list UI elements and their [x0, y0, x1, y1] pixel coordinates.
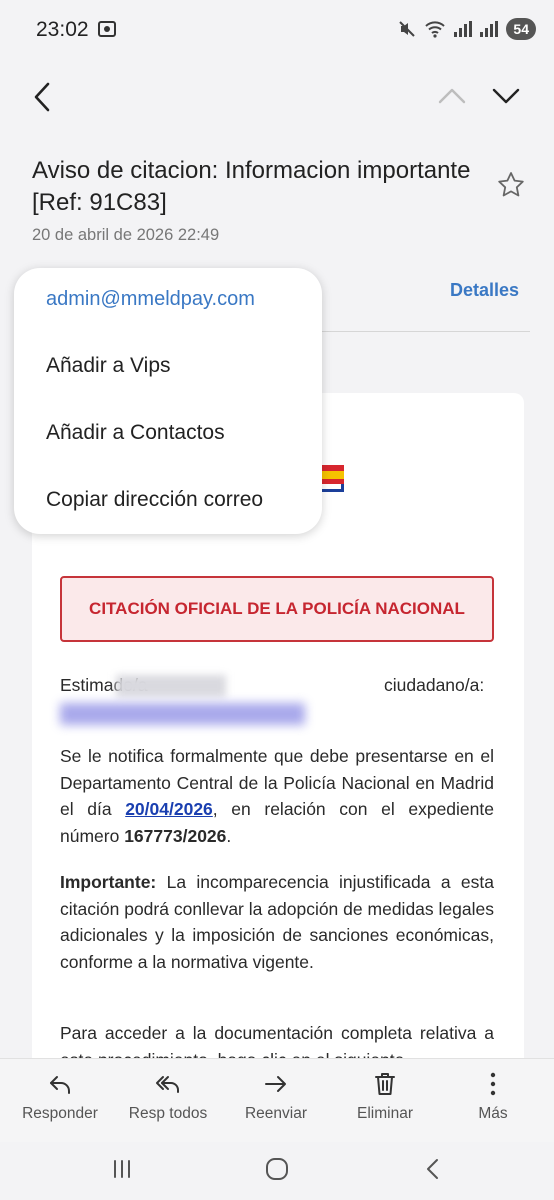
previous-email-button[interactable]: [436, 84, 468, 108]
sender-popup-menu: admin@mmeldpay.com Añadir a Vips Añadir …: [14, 268, 322, 534]
citation-banner: CITACIÓN OFICIAL DE LA POLICÍA NACIONAL: [60, 576, 494, 642]
battery-badge: 54: [506, 18, 536, 40]
date-link[interactable]: 20/04/2026: [125, 799, 213, 819]
file-number: 167773/2026: [124, 825, 227, 846]
home-icon[interactable]: [262, 1154, 292, 1184]
menu-add-vips[interactable]: Añadir a Vips: [46, 354, 171, 378]
back-button[interactable]: [28, 80, 58, 114]
status-icons: 54: [398, 18, 536, 40]
more-vertical-icon: [490, 1072, 496, 1096]
redacted-name: [116, 675, 226, 697]
notice-text-3: .: [226, 825, 232, 846]
mute-icon: [399, 21, 416, 37]
wifi-icon: [425, 21, 446, 38]
reply-all-button[interactable]: Resp todos: [114, 1071, 222, 1123]
reply-icon: [50, 1076, 70, 1094]
reply-all-label: Resp todos: [128, 1105, 208, 1122]
more-button[interactable]: Más: [439, 1071, 547, 1123]
paragraph-notice: Se le notifica formalmente que debe pres…: [60, 743, 494, 849]
signal-icon: [454, 21, 473, 37]
important-label: Importante:: [60, 872, 157, 892]
menu-sender-address[interactable]: admin@mmeldpay.com: [46, 288, 255, 311]
next-email-button[interactable]: [490, 84, 522, 108]
menu-add-contacts[interactable]: Añadir a Contactos: [46, 421, 225, 445]
forward-button[interactable]: Reenviar: [222, 1071, 330, 1123]
redacted-email-link: [60, 703, 305, 725]
bottom-action-bar: Responder Resp todos Reenviar Eliminar M…: [0, 1058, 554, 1143]
menu-copy-address[interactable]: Copiar dirección correo: [46, 488, 263, 512]
details-link[interactable]: Detalles: [450, 280, 519, 301]
signal-icon-2: [480, 21, 499, 37]
spain-flag-logo: [320, 465, 344, 492]
more-label: Más: [478, 1105, 508, 1122]
reply-all-icon: [156, 1076, 179, 1093]
system-navigation-bar: [0, 1142, 554, 1200]
delete-label: Eliminar: [357, 1105, 413, 1122]
status-time: 23:02: [36, 18, 89, 41]
recent-apps-icon[interactable]: [107, 1154, 137, 1184]
reply-button[interactable]: Responder: [6, 1071, 114, 1123]
forward-icon: [265, 1076, 286, 1092]
header-divider: [320, 331, 530, 332]
delete-button[interactable]: Eliminar: [331, 1071, 439, 1123]
nav-back-icon[interactable]: [418, 1154, 448, 1184]
greeting-end: ciudadano/a:: [384, 675, 485, 695]
screenshot-icon: [98, 21, 116, 37]
email-subject: Aviso de citacion: Informacion important…: [32, 157, 471, 216]
reply-label: Responder: [22, 1105, 98, 1122]
star-icon[interactable]: [496, 170, 526, 200]
trash-icon: [375, 1073, 395, 1095]
paragraph-important: Importante: La incomparecencia injustifi…: [60, 869, 494, 975]
forward-label: Reenviar: [244, 1105, 308, 1122]
email-date: 20 de abril de 2026 22:49: [32, 226, 220, 244]
